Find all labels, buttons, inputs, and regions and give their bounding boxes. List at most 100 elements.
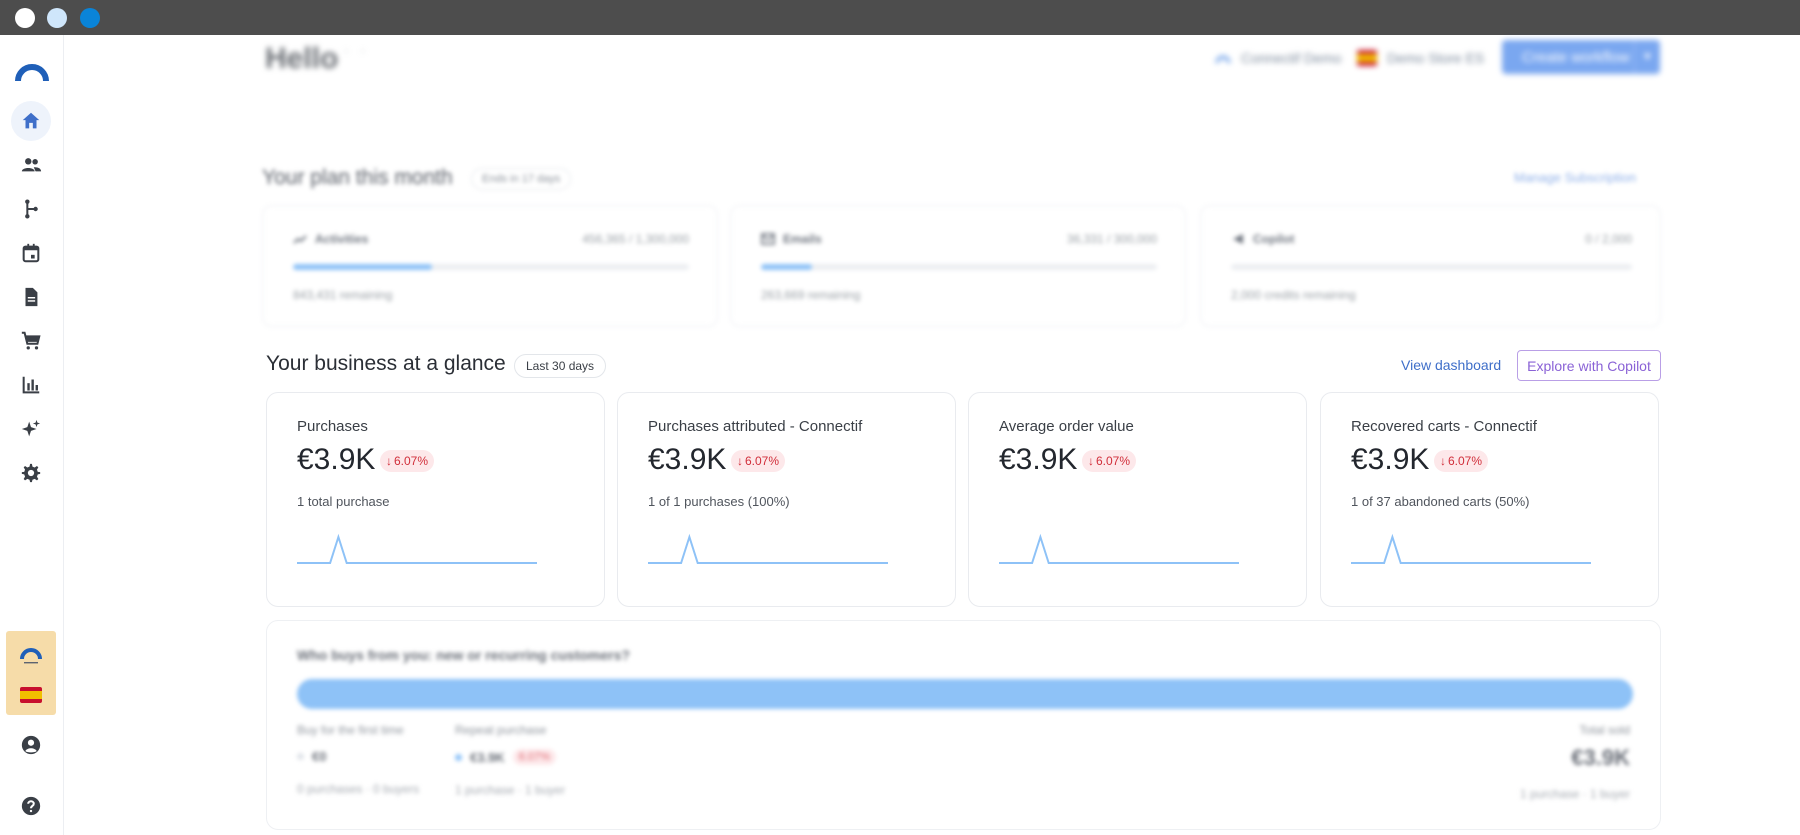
plan-card-value: 456,365 / 1,300,000 [582,232,689,246]
kpi-card-purchases[interactable]: Purchases €3.9K ↓ 6.07% 1 total purchase [266,392,605,607]
kpi-label: Purchases [297,418,368,435]
explore-copilot-button[interactable]: Explore with Copilot [1517,350,1661,381]
account-switcher[interactable] [6,631,56,715]
home-icon [22,112,40,129]
sidebar-item-contacts[interactable] [11,145,51,185]
store-selector[interactable]: Demo Store ES [1357,42,1484,74]
kpi-subtext: 1 of 1 purchases (100%) [648,494,790,509]
workspace-selector[interactable]: Connectif Demo [1215,42,1341,74]
chart-icon [22,376,40,394]
kpi-delta-badge: ↓ 6.07% [731,450,786,472]
plan-card-remaining: 2,000 credits remaining [1231,288,1356,302]
arrow-down-icon: ↓ [386,454,392,468]
workspace-name: Connectif Demo [1241,50,1342,66]
window-close-dot[interactable] [15,8,35,28]
kpi-delta-badge: ↓ 6.07% [1434,450,1489,472]
plan-card-label: Activities [315,232,369,246]
view-dashboard-link[interactable]: View dashboard [1401,357,1501,373]
period-badge[interactable]: Last 30 days [514,354,607,378]
arrow-down-icon: ↓ [737,454,743,468]
arrow-down-icon: ↓ [1440,454,1446,468]
kpi-delta-badge: ↓ 6.07% [380,450,435,472]
kpi-value: €3.9K [648,443,727,476]
sidebar-item-profile[interactable] [11,725,51,765]
repeat-delta-badge: 6.07% [512,749,556,765]
plan-ends-badge: Ends in 17 days [471,168,572,190]
page-greeting: Hello [265,42,339,75]
plan-card-value: 0 / 2,000 [1585,232,1632,246]
copilot-icon [1233,234,1243,244]
plan-card-remaining: 263,669 remaining [761,288,861,302]
kpi-sparkline [648,533,888,564]
create-workflow-button[interactable]: Create workflow ▼ [1502,40,1660,74]
kpi-sparkline [999,533,1239,564]
window-maximize-dot[interactable] [80,8,100,28]
sidebar-item-reports[interactable] [11,365,51,405]
plan-title: Your plan this month [262,166,453,189]
kpi-label: Average order value [999,418,1134,435]
plan-card-remaining: 843,431 remaining [293,288,393,302]
calendar-icon [22,243,40,263]
arrow-down-icon: ↓ [1088,454,1094,468]
workspace-logo-icon [1215,55,1231,64]
customer-type-bar [297,679,1633,709]
manage-subscription-link[interactable]: Manage Subscription [1514,170,1636,185]
plan-card-label: Emails [783,232,822,246]
sidebar-item-settings[interactable] [11,453,51,493]
customer-type-title: Who buys from you: new or recurring cust… [297,647,630,663]
gear-icon [21,463,41,483]
first-time-column: Buy for the first time €0 0 purchases · … [297,723,420,796]
sidebar-item-content[interactable] [11,277,51,317]
trend-icon [293,235,307,244]
plan-progress-bar [293,264,689,270]
chevron-down-icon[interactable]: ▼ [1634,40,1660,74]
kpi-card-attributed[interactable]: Purchases attributed - Connectif €3.9K ↓… [617,392,956,607]
plan-card-activities: Activities 456,365 / 1,300,000 843,431 r… [262,205,718,327]
sidebar-item-workflows[interactable] [11,189,51,229]
customer-type-card: Who buys from you: new or recurring cust… [266,620,1661,830]
plan-progress-bar [761,264,1157,270]
plan-card-label: Copilot [1253,232,1295,246]
plan-card-emails: Emails 36,331 / 300,000 263,669 remainin… [730,205,1186,327]
plan-progress-bar [1231,264,1632,270]
kpi-card-recovered-carts[interactable]: Recovered carts - Connectif €3.9K ↓ 6.07%… [1320,392,1659,607]
kpi-sparkline [1351,533,1591,564]
kpi-subtext: 1 of 37 abandoned carts (50%) [1351,494,1530,509]
legend-dot [297,753,304,760]
kpi-delta-badge: ↓ 6.07% [1082,450,1137,472]
kpi-value: €3.9K [999,443,1078,476]
window-titlebar [0,0,1800,35]
create-workflow-label: Create workflow [1522,48,1630,66]
account-logo-icon [20,648,42,664]
sidebar [0,35,64,835]
repeat-column: Repeat purchase €3.9K 6.07% 1 purchase · … [455,723,566,797]
sidebar-item-calendar[interactable] [11,233,51,273]
plan-card-copilot: Copilot 0 / 2,000 2,000 credits remainin… [1200,205,1661,327]
plan-card-value: 36,331 / 300,000 [1066,232,1157,246]
sidebar-item-home[interactable] [11,101,51,141]
kpi-value: €3.9K [1351,443,1430,476]
sidebar-item-help[interactable] [11,786,51,826]
cart-icon [21,331,41,350]
kpi-sparkline [297,533,537,564]
kpi-card-aov[interactable]: Average order value €3.9K ↓ 6.07% [968,392,1307,607]
total-sold-column: Total sold €3.9K 1 purchase · 1 buyer [1519,723,1630,801]
sparkles-icon [21,419,41,437]
email-icon [761,233,775,245]
greeting-username: · · [344,42,370,58]
kpi-value: €3.9K [297,443,376,476]
kpi-label: Purchases attributed - Connectif [648,418,863,435]
users-icon [21,158,42,172]
app-logo-icon[interactable] [14,53,50,89]
sidebar-item-store[interactable] [11,321,51,361]
spain-flag-icon [20,687,42,703]
account-circle-icon [21,735,41,755]
window-minimize-dot[interactable] [47,8,67,28]
store-name: Demo Store ES [1387,50,1485,66]
help-icon [21,796,41,816]
kpi-label: Recovered carts - Connectif [1351,418,1537,435]
sidebar-item-copilot[interactable] [11,409,51,449]
document-icon [25,287,38,307]
kpi-subtext: 1 total purchase [297,494,390,509]
workflow-icon [25,199,38,219]
